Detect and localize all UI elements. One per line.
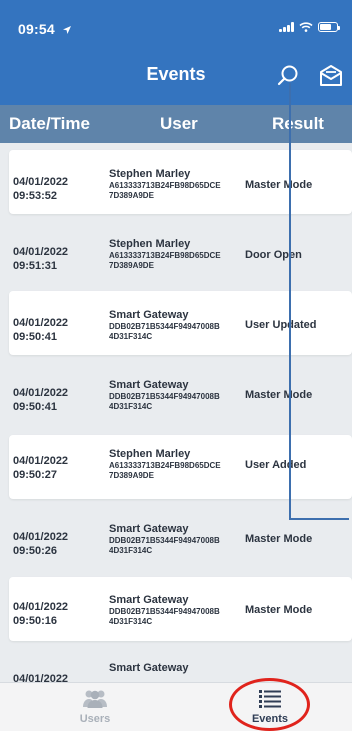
event-date: 04/01/2022	[13, 317, 69, 329]
status-icons	[279, 22, 340, 32]
event-date: 04/01/2022	[13, 601, 69, 613]
event-row[interactable]: 04/01/2022 09:50:41 Smart Gateway DDB02B…	[9, 361, 352, 425]
event-time: 09:50:27	[13, 469, 58, 481]
event-user: Stephen Marley A613333713B24FB98D65DCE 7…	[109, 238, 221, 271]
event-user-name: Smart Gateway	[109, 662, 189, 674]
search-icon	[277, 65, 298, 86]
event-time: 09:50:41	[13, 401, 58, 413]
event-user-id-cont: 4D31F314C	[109, 402, 153, 411]
wifi-icon	[299, 22, 313, 32]
event-row[interactable]: 04/01/2022 09:53:52 Stephen Marley A6133…	[9, 150, 352, 214]
tab-users[interactable]: Users	[45, 683, 145, 731]
export-mail-button[interactable]	[318, 62, 344, 88]
event-user-id-cont: 7D389A9DE	[109, 471, 154, 480]
event-user-name: Stephen Marley	[109, 448, 191, 460]
location-arrow-icon	[62, 26, 71, 34]
event-user-name: Stephen Marley	[109, 168, 191, 180]
annotation-circle	[229, 678, 310, 731]
event-user: Smart Gateway DDB02B71B5344F94947008B 4D…	[109, 309, 220, 342]
column-header: Date/Time User Result	[0, 105, 352, 143]
event-date: 04/01/2022	[13, 531, 69, 543]
event-user-name: Smart Gateway	[109, 379, 189, 391]
event-time: 09:50:26	[13, 545, 58, 557]
event-user: Stephen Marley A613333713B24FB98D65DCE 7…	[109, 168, 221, 201]
event-datetime: 04/01/2022 09:50:41	[13, 386, 68, 414]
event-row[interactable]: 04/01/2022 09:50:41 Smart Gateway DDB02B…	[9, 291, 352, 355]
event-user-id-cont: 4D31F314C	[109, 617, 153, 626]
event-list[interactable]: 04/01/2022 09:53:52 Stephen Marley A6133…	[0, 143, 352, 682]
event-result: Master Mode	[245, 604, 313, 616]
event-user: Smart Gateway	[109, 662, 188, 675]
mail-icon	[320, 65, 342, 86]
top-bar: 09:54 Events	[0, 0, 352, 105]
event-datetime: 04/01/2022 09:50:26	[13, 530, 68, 558]
event-date: 04/01/2022	[13, 673, 69, 682]
event-user-name: Stephen Marley	[109, 238, 191, 250]
users-icon	[83, 690, 107, 708]
event-time: 09:51:31	[13, 260, 58, 272]
event-datetime: 04/01/2022 09:50:41	[13, 316, 68, 344]
event-row[interactable]: 04/01/2022 09:50:26 Smart Gateway DDB02B…	[9, 506, 352, 570]
search-button[interactable]	[276, 64, 300, 88]
event-row[interactable]: 04/01/2022 09:50:27 Stephen Marley A6133…	[9, 435, 352, 499]
event-user-id: DDB02B71B5344F94947008B	[109, 392, 220, 401]
event-datetime: 04/01/2022 09:53:52	[13, 175, 68, 203]
event-result: Door Open	[245, 249, 302, 261]
status-time-text: 09:54	[18, 21, 55, 37]
event-datetime: 04/01/2022 09:51:31	[13, 245, 68, 273]
event-user-id: A613333713B24FB98D65DCE	[109, 181, 221, 190]
event-user-id: DDB02B71B5344F94947008B	[109, 607, 220, 616]
event-user-id-cont: 7D389A9DE	[109, 261, 154, 270]
event-date: 04/01/2022	[13, 455, 69, 467]
event-result: User Updated	[245, 319, 317, 331]
event-result: Master Mode	[245, 389, 313, 401]
event-user-id: A613333713B24FB98D65DCE	[109, 251, 221, 260]
event-user: Smart Gateway DDB02B71B5344F94947008B 4D…	[109, 594, 220, 627]
column-datetime: Date/Time	[9, 114, 90, 133]
event-user-name: Smart Gateway	[109, 523, 189, 535]
signal-icon	[279, 22, 294, 32]
event-user-id-cont: 4D31F314C	[109, 546, 153, 555]
event-time: 09:50:16	[13, 615, 58, 627]
event-result: Master Mode	[245, 179, 313, 191]
event-row[interactable]: 04/01/2022 09:51:31 Stephen Marley A6133…	[9, 221, 352, 285]
event-row[interactable]: 04/01/2022 09:50:16 Smart Gateway DDB02B…	[9, 577, 352, 641]
event-result: Master Mode	[245, 533, 313, 545]
event-user: Stephen Marley A613333713B24FB98D65DCE 7…	[109, 448, 221, 481]
event-time: 09:50:41	[13, 331, 58, 343]
tab-users-label: Users	[79, 713, 111, 725]
event-user-id: DDB02B71B5344F94947008B	[109, 536, 220, 545]
event-user: Smart Gateway DDB02B71B5344F94947008B 4D…	[109, 379, 220, 412]
event-datetime: 04/01/2022	[13, 672, 68, 682]
battery-icon	[318, 22, 340, 32]
event-datetime: 04/01/2022 09:50:27	[13, 454, 68, 482]
event-user-id: DDB02B71B5344F94947008B	[109, 322, 220, 331]
event-result: User Added	[245, 459, 307, 471]
event-user-name: Smart Gateway	[109, 309, 189, 321]
event-user: Smart Gateway DDB02B71B5344F94947008B 4D…	[109, 523, 220, 556]
event-date: 04/01/2022	[13, 246, 69, 258]
event-date: 04/01/2022	[13, 387, 69, 399]
event-datetime: 04/01/2022 09:50:16	[13, 600, 68, 628]
column-user: User	[160, 114, 198, 133]
event-user-id: A613333713B24FB98D65DCE	[109, 461, 221, 470]
event-user-id-cont: 4D31F314C	[109, 332, 153, 341]
event-user-name: Smart Gateway	[109, 594, 189, 606]
event-row[interactable]: 04/01/2022 Smart Gateway	[9, 650, 352, 682]
event-time: 09:53:52	[13, 190, 58, 202]
column-result: Result	[272, 114, 324, 133]
status-time: 09:54	[18, 21, 72, 37]
event-date: 04/01/2022	[13, 176, 69, 188]
event-user-id-cont: 7D389A9DE	[109, 191, 154, 200]
